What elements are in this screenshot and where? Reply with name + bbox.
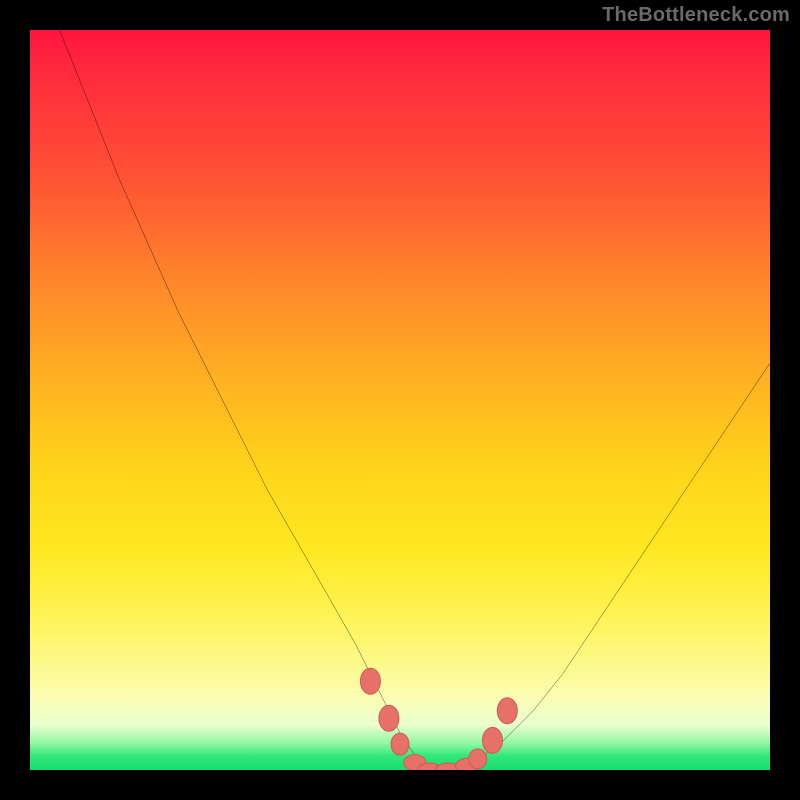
marker-layer [30, 30, 770, 770]
marker-point [360, 668, 380, 694]
watermark-text: TheBottleneck.com [602, 4, 790, 27]
marker-point [483, 727, 503, 753]
plot-area [30, 30, 770, 770]
marker-point [469, 749, 487, 769]
marker-point [379, 705, 399, 731]
marker-point [497, 698, 517, 724]
chart-frame: TheBottleneck.com [0, 0, 800, 800]
marker-point [391, 733, 409, 755]
